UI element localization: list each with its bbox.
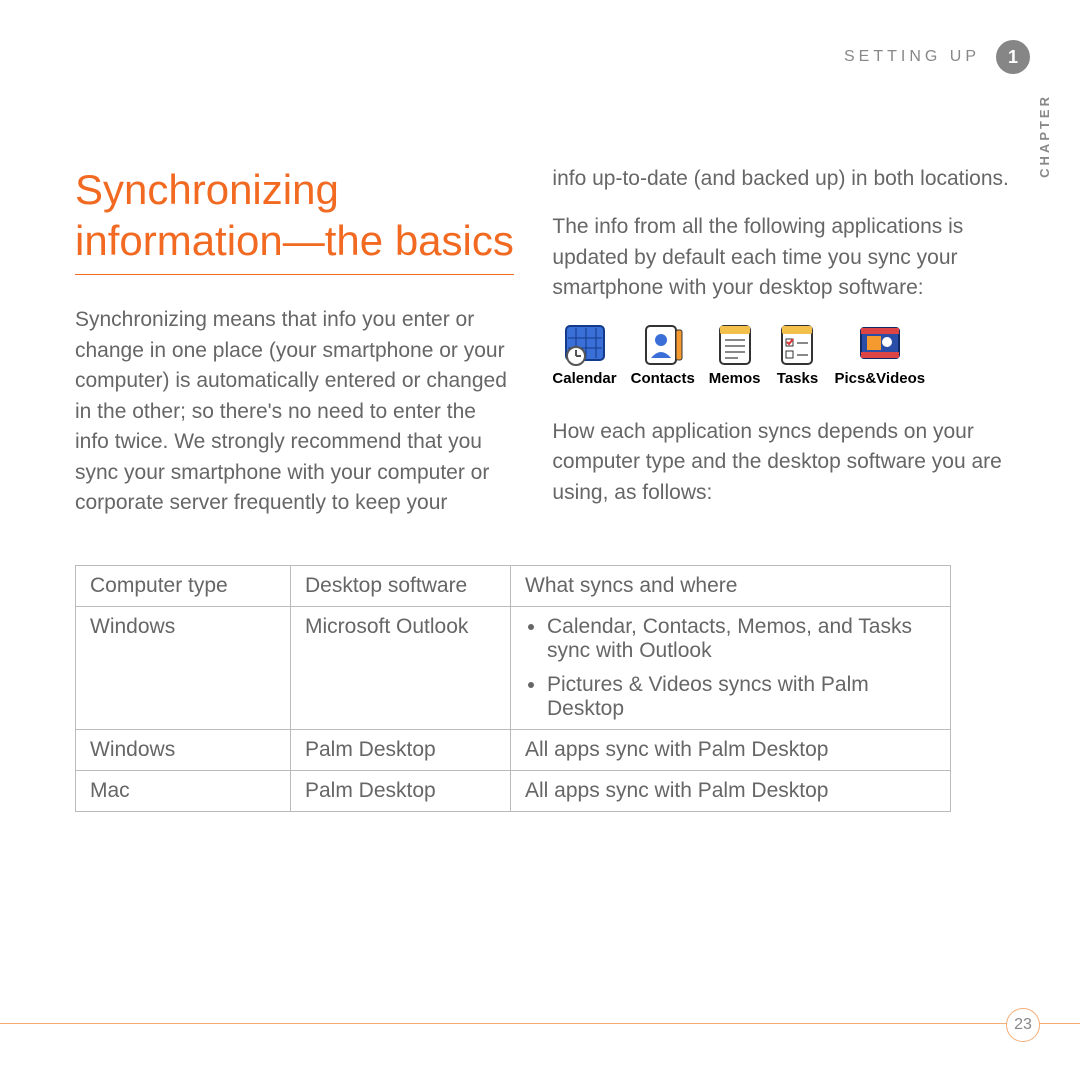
cell-computer: Windows	[76, 606, 291, 729]
app-label: Tasks	[777, 370, 818, 387]
section-label: SETTING UP	[844, 48, 980, 66]
page-number: 23	[1006, 1008, 1040, 1042]
cell-what-syncs: All apps sync with Palm Desktop	[511, 770, 951, 811]
left-paragraph: Synchronizing means that info you enter …	[75, 305, 514, 518]
cell-what-syncs: Calendar, Contacts, Memos, and Tasks syn…	[511, 606, 951, 729]
app-pics-videos: Pics&Videos	[834, 322, 925, 387]
right-paragraph-1: info up-to-date (and backed up) in both …	[552, 164, 1030, 194]
th-what-syncs: What syncs and where	[511, 565, 951, 606]
cell-software: Palm Desktop	[291, 729, 511, 770]
sync-table: Computer type Desktop software What sync…	[75, 565, 951, 812]
right-paragraph-3: How each application syncs depends on yo…	[552, 417, 1030, 508]
calendar-icon	[562, 322, 608, 368]
app-label: Calendar	[552, 370, 616, 387]
app-calendar: Calendar	[552, 322, 616, 387]
cell-what-syncs: All apps sync with Palm Desktop	[511, 729, 951, 770]
app-contacts: Contacts	[631, 322, 695, 387]
list-item: Calendar, Contacts, Memos, and Tasks syn…	[547, 615, 936, 663]
chapter-side-label: CHAPTER	[1037, 94, 1052, 178]
table-row: Mac Palm Desktop All apps sync with Palm…	[76, 770, 951, 811]
chapter-number-badge: 1	[996, 40, 1030, 74]
tasks-icon	[774, 322, 820, 368]
cell-software: Microsoft Outlook	[291, 606, 511, 729]
table-row: Windows Palm Desktop All apps sync with …	[76, 729, 951, 770]
apps-icon-row: Calendar Contacts	[552, 322, 1030, 387]
th-desktop-software: Desktop software	[291, 565, 511, 606]
app-memos: Memos	[709, 322, 761, 387]
app-label: Pics&Videos	[834, 370, 925, 387]
table-row: Windows Microsoft Outlook Calendar, Cont…	[76, 606, 951, 729]
pics-videos-icon	[857, 322, 903, 368]
footer-divider	[0, 1023, 1080, 1024]
list-item: Pictures & Videos syncs with Palm Deskto…	[547, 673, 936, 721]
memos-icon	[712, 322, 758, 368]
cell-software: Palm Desktop	[291, 770, 511, 811]
cell-computer: Windows	[76, 729, 291, 770]
th-computer-type: Computer type	[76, 565, 291, 606]
contacts-icon	[640, 322, 686, 368]
section-title: Synchronizing information—the basics	[75, 164, 514, 275]
cell-computer: Mac	[76, 770, 291, 811]
app-label: Contacts	[631, 370, 695, 387]
right-paragraph-2: The info from all the following applicat…	[552, 212, 1030, 303]
page-header: SETTING UP 1	[75, 40, 1030, 74]
app-tasks: Tasks	[774, 322, 820, 387]
app-label: Memos	[709, 370, 761, 387]
table-header-row: Computer type Desktop software What sync…	[76, 565, 951, 606]
